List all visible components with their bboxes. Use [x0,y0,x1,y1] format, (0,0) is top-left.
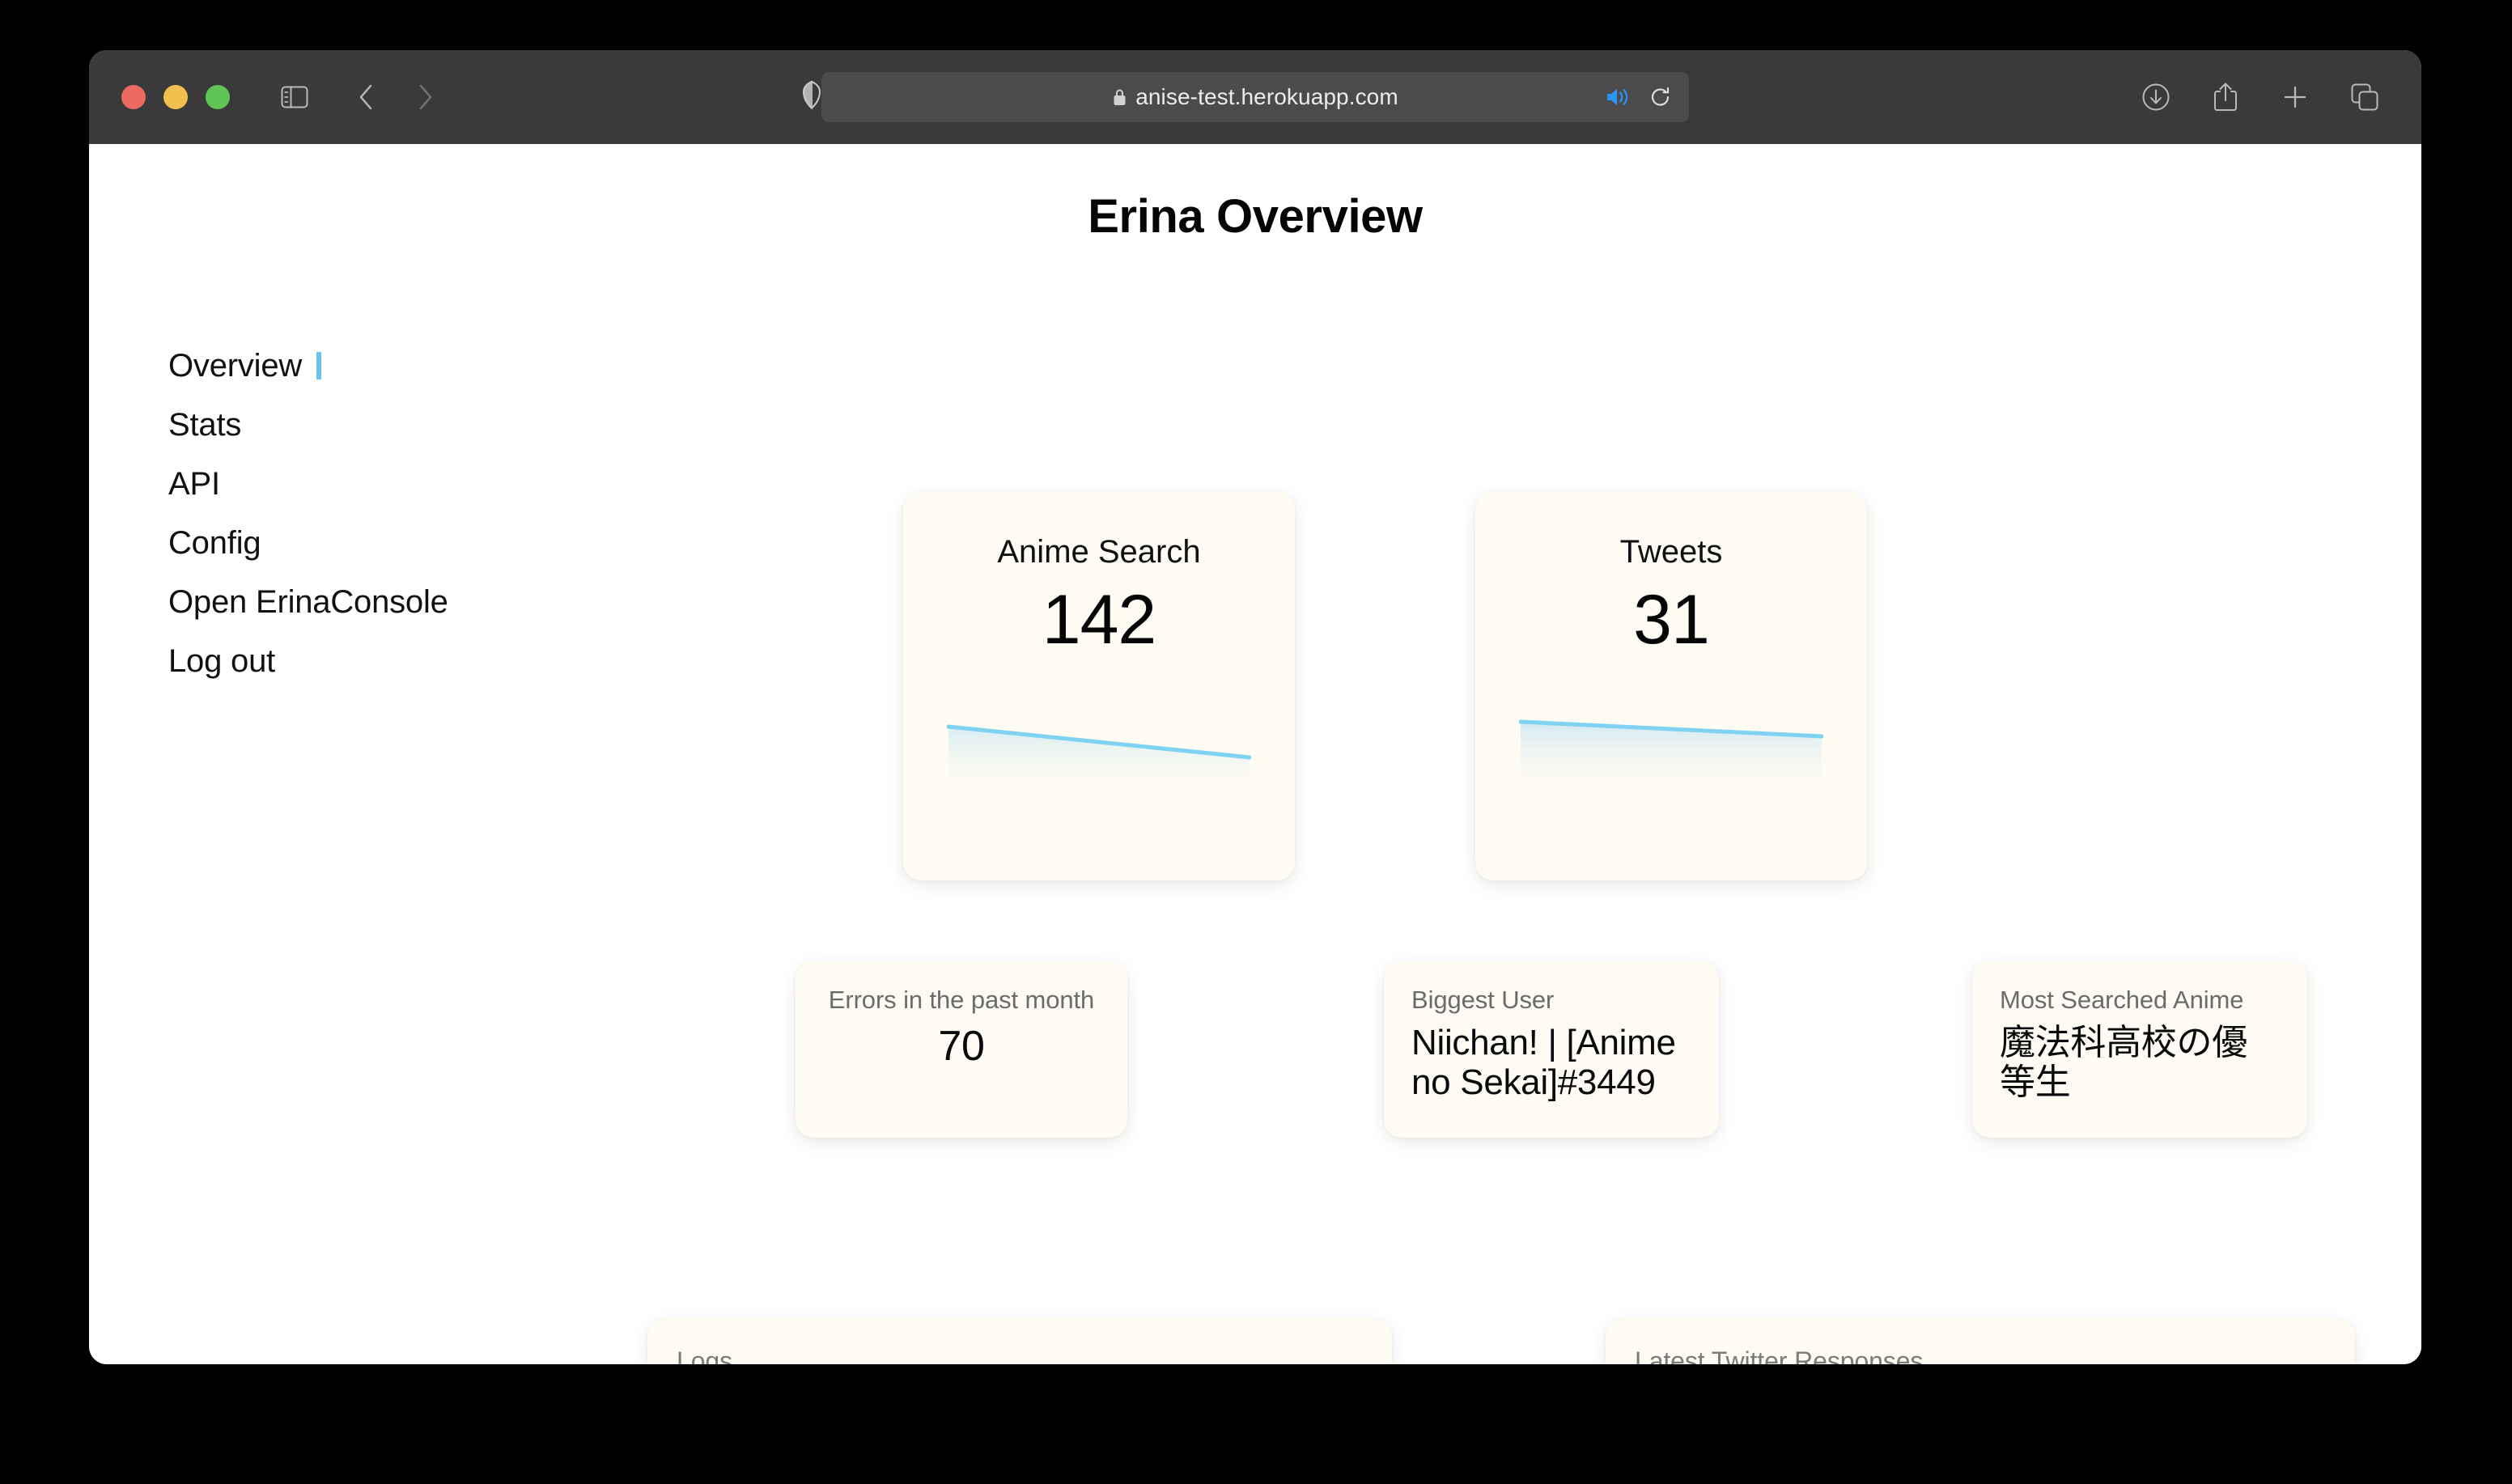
plus-icon[interactable] [2274,76,2316,118]
sidebar-nav: Overview Stats API Config Open ErinaCons… [168,337,605,690]
share-icon[interactable] [2204,76,2247,118]
browser-window: anise-test.herokuapp.com Erina Overview … [89,50,2421,1364]
panel-title: Logs [677,1346,732,1364]
sidebar-item-label: Stats [168,406,242,443]
stat-card-value: 70 [938,1023,985,1070]
download-icon[interactable] [2135,76,2177,118]
chevron-left-icon[interactable] [345,76,387,118]
logs-panel[interactable]: Logs 20:17 [ErinaAdmin] Successfully con… [647,1319,1392,1364]
stat-card-title: Anime Search [997,534,1201,570]
minimize-window-button[interactable] [163,85,188,109]
stat-card-biggest-user[interactable]: Biggest User Niichan! | [Anime no Sekai]… [1384,961,1719,1138]
sidebar-item-label: Open ErinaConsole [168,583,448,620]
twitter-responses-panel[interactable]: Latest Twitter Responses 17:45 @diveshon… [1606,1319,2355,1364]
sidebar-item-label: Overview [168,347,303,384]
stat-card-label: Errors in the past month [828,986,1095,1014]
stat-card-value: Niichan! | [Anime no Sekai]#3449 [1411,1023,1676,1103]
sidebar-item-label: Config [168,524,261,561]
stat-card-anime-search[interactable]: Anime Search 142 [903,492,1295,880]
toolbar-right-actions [2135,76,2394,118]
sidebar-item-overview[interactable]: Overview [168,337,605,395]
shield-icon[interactable] [801,80,822,114]
page-content: Erina Overview Overview Stats API Config… [89,144,2421,1364]
speaker-icon[interactable] [1605,87,1629,108]
maximize-window-button[interactable] [206,85,230,109]
stat-card-errors[interactable]: Errors in the past month 70 [796,961,1127,1138]
sidebar-item-label: API [168,465,220,502]
sidebar-item-stats[interactable]: Stats [168,396,605,454]
url-text: anise-test.herokuapp.com [1135,84,1398,109]
browser-toolbar: anise-test.herokuapp.com [89,50,2421,144]
address-bar[interactable]: anise-test.herokuapp.com [821,72,1689,122]
stat-card-value: 142 [1042,581,1156,659]
stat-card-most-searched-anime[interactable]: Most Searched Anime 魔法科高校の優等生 [1972,961,2307,1138]
tab-overview-icon[interactable] [2344,76,2386,118]
stat-card-value: 魔法科高校の優等生 [2000,1023,2247,1103]
sidebar-item-log-out[interactable]: Log out [168,632,605,690]
sparkline-chart-tweets [1519,715,1823,793]
reload-icon[interactable] [1650,86,1671,108]
stat-card-tweets[interactable]: Tweets 31 [1475,492,1867,880]
stat-card-title: Tweets [1619,534,1723,570]
panel-title: Latest Twitter Responses [1635,1346,1924,1364]
page-title: Erina Overview [1088,190,1423,243]
sidebar-item-open-erinaconsole[interactable]: Open ErinaConsole [168,573,605,631]
window-controls [121,85,230,109]
sparkline-chart-anime-search [947,715,1251,793]
stat-card-label: Biggest User [1411,986,1555,1014]
sidebar-item-api[interactable]: API [168,455,605,513]
close-window-button[interactable] [121,85,146,109]
sidebar-item-label: Log out [168,642,276,679]
stat-card-label: Most Searched Anime [2000,986,2244,1014]
chevron-right-icon[interactable] [405,76,447,118]
sidebar-item-config[interactable]: Config [168,514,605,572]
stat-card-value: 31 [1633,581,1710,659]
active-indicator-bar [316,352,322,379]
sidebar-toggle-icon[interactable] [274,76,316,118]
lock-icon [1112,87,1127,107]
